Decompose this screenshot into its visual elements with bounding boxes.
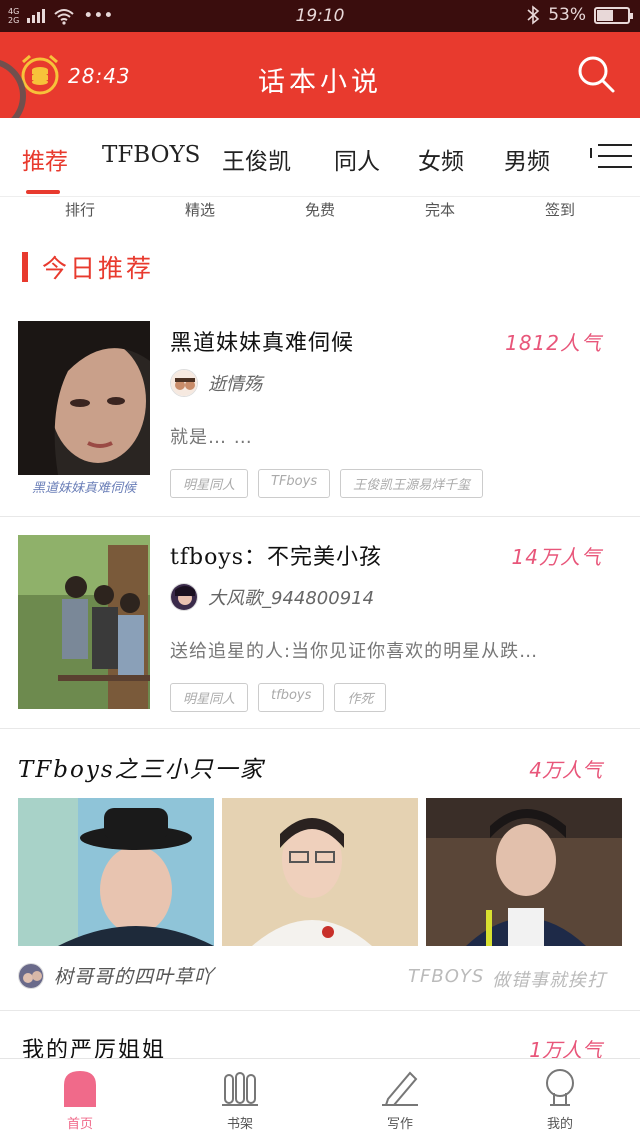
section-title: 今日推荐 (42, 254, 155, 283)
collection-tag[interactable]: 做错事就挨打 (492, 966, 606, 992)
tab-recommend[interactable]: 推荐 (22, 142, 68, 176)
nav-label: 我的 (546, 1117, 573, 1132)
tab-fanfic[interactable]: 同人 (334, 142, 380, 176)
collection-title[interactable]: TFboys之三小只一家 (18, 750, 265, 784)
divider (0, 1010, 640, 1011)
story-title[interactable]: 黑道妹妹真难伺候 (170, 325, 354, 357)
collection-tag[interactable]: TFBOYS (408, 966, 484, 987)
bookshelf-icon (222, 1072, 258, 1106)
nav-write[interactable]: 写作 (340, 1067, 460, 1132)
collection-popularity: 4万人气 (529, 758, 602, 782)
story-title[interactable]: tfboys：不完美小孩 (170, 539, 382, 571)
app-header: 28:43 话本小说 (0, 32, 640, 118)
collection-image[interactable] (426, 798, 622, 946)
nav-bookshelf[interactable]: 书架 (180, 1067, 300, 1132)
story-cover-image (18, 321, 150, 475)
story-tag[interactable]: 明星同人 (170, 469, 249, 498)
pencil-icon (382, 1071, 418, 1106)
story-popularity: 14万人气 (511, 545, 602, 569)
story-tags: 明星同人 tfboys 作死 (170, 683, 387, 712)
category-tabs: 推荐 TFBOYS 王俊凯 同人 女频 男频 (0, 118, 640, 196)
story-description: 送给追星的人:当你见证你喜欢的明星从跌… (170, 641, 539, 662)
author-row[interactable]: 大风歌_944800914 (170, 583, 374, 611)
active-tab-indicator (26, 190, 60, 194)
subcat-ranking[interactable]: 排行 (40, 199, 120, 220)
tab-male[interactable]: 男频 (504, 142, 550, 176)
profile-icon (546, 1069, 574, 1106)
collection-image[interactable] (18, 798, 214, 946)
subcat-featured[interactable]: 精选 (160, 199, 240, 220)
tab-wangjunkai[interactable]: 王俊凯 (222, 142, 291, 176)
nav-profile[interactable]: 我的 (500, 1067, 620, 1132)
story-tag[interactable]: 作死 (334, 683, 387, 712)
divider (0, 728, 640, 729)
section-heading: 今日推荐 (22, 252, 155, 283)
avatar (18, 962, 44, 989)
subcat-completed[interactable]: 完本 (400, 199, 480, 220)
nav-home[interactable]: 首页 (20, 1067, 140, 1132)
story-tags: 明星同人 TFboys 王俊凯王源易烊千玺 (170, 469, 484, 498)
nav-label: 书架 (226, 1117, 253, 1132)
story-tag[interactable]: TFboys (258, 469, 331, 498)
avatar (170, 369, 198, 397)
author-row[interactable]: 逝情殇 (170, 369, 262, 397)
subcat-free[interactable]: 免费 (280, 199, 360, 220)
battery-icon (594, 6, 633, 24)
story-tag[interactable]: 明星同人 (170, 683, 249, 712)
collection-author-row[interactable]: 树哥哥的四叶草吖 (18, 962, 214, 989)
menu-icon[interactable] (588, 144, 632, 174)
author-name: 大风歌_944800914 (208, 588, 375, 609)
avatar (170, 583, 198, 611)
nav-label: 写作 (386, 1117, 413, 1132)
section-accent-bar (22, 252, 28, 282)
tab-female[interactable]: 女频 (418, 142, 464, 176)
divider (0, 516, 640, 517)
app-title: 话本小说 (258, 67, 382, 98)
story-description: 就是… … (170, 427, 253, 448)
nav-label: 首页 (66, 1117, 93, 1132)
story-cover-image (18, 535, 150, 709)
home-icon (64, 1071, 96, 1107)
status-bar: 4G 2G ••• 19:10 53% (0, 0, 640, 32)
story-tag[interactable]: tfboys (258, 683, 325, 712)
sub-categories: 排行 精选 免费 完本 签到 (0, 196, 640, 226)
collection-image[interactable] (222, 798, 418, 946)
subcat-checkin[interactable]: 签到 (520, 199, 600, 220)
search-icon[interactable] (576, 54, 616, 94)
author-name: 逝情殇 (208, 374, 262, 395)
battery-percent: 53% (548, 5, 586, 25)
cover-caption: 黑道妹妹真难伺候 (31, 481, 136, 496)
author-name: 树哥哥的四叶草吖 (54, 966, 215, 988)
tab-tfboys[interactable]: TFBOYS (102, 142, 200, 168)
story-popularity: 1812人气 (505, 331, 602, 355)
bluetooth-icon (527, 5, 540, 25)
story-tag[interactable]: 王俊凯王源易烊千玺 (340, 469, 484, 498)
bottom-navigation: 首页 书架 写作 我的 (0, 1058, 640, 1138)
